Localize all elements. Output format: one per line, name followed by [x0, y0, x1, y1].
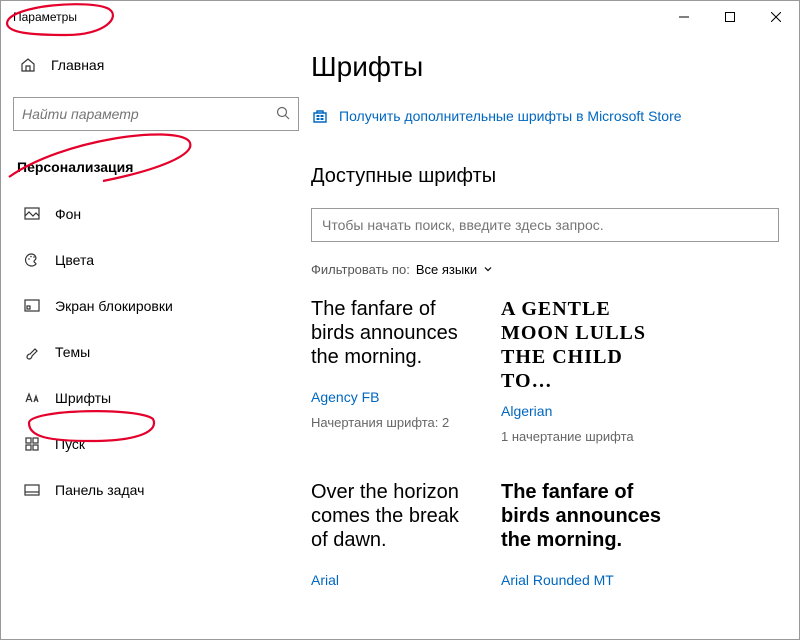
sidebar-item-lockscreen[interactable]: Экран блокировки [13, 283, 299, 329]
font-preview: The fanfare of birds announces the morni… [501, 480, 671, 562]
sidebar-item-label: Темы [55, 344, 90, 360]
start-icon [23, 436, 41, 452]
font-grid: The fanfare of birds announces the morni… [311, 297, 799, 588]
sidebar-home[interactable]: Главная [13, 45, 299, 85]
sidebar-item-background[interactable]: Фон [13, 191, 299, 237]
sidebar-home-label: Главная [51, 57, 104, 73]
font-preview: A gentle moon lulls the child to… [501, 297, 671, 393]
sidebar-section-label: Персонализация [13, 159, 299, 175]
fonts-icon [23, 390, 41, 406]
brush-icon [23, 344, 41, 360]
font-faces-count: 1 начертание шрифта [501, 429, 671, 444]
filter-value: Все языки [416, 262, 477, 277]
available-fonts-title: Доступные шрифты [311, 165, 799, 188]
sidebar-item-label: Фон [55, 206, 81, 222]
store-icon [311, 107, 329, 125]
sidebar-item-colors[interactable]: Цвета [13, 237, 299, 283]
sidebar-item-label: Пуск [55, 436, 85, 452]
sidebar-item-fonts[interactable]: Шрифты [13, 375, 299, 421]
sidebar-search-input[interactable] [22, 106, 276, 122]
font-search[interactable] [311, 208, 779, 242]
store-link[interactable]: Получить дополнительные шрифты в Microso… [311, 107, 799, 125]
sidebar-search[interactable] [13, 97, 299, 131]
store-link-text: Получить дополнительные шрифты в Microso… [339, 108, 682, 124]
palette-icon [23, 252, 41, 268]
sidebar-item-label: Цвета [55, 252, 94, 268]
search-icon [276, 106, 290, 123]
maximize-button[interactable] [707, 1, 753, 33]
page-title: Шрифты [311, 51, 799, 83]
font-faces-count: Начертания шрифта: 2 [311, 415, 481, 430]
home-icon [19, 57, 37, 73]
sidebar-item-taskbar[interactable]: Панель задач [13, 467, 299, 513]
main-panel: Шрифты Получить дополнительные шрифты в … [311, 33, 799, 639]
font-preview: The fanfare of birds announces the morni… [311, 297, 481, 379]
lockscreen-icon [23, 298, 41, 314]
font-preview: Over the horizon comes the break of dawn… [311, 480, 481, 562]
window-titlebar: Параметры [1, 1, 799, 33]
close-button[interactable] [753, 1, 799, 33]
font-search-input[interactable] [322, 217, 768, 233]
window-controls [661, 1, 799, 33]
minimize-button[interactable] [661, 1, 707, 33]
font-name: Arial [311, 572, 481, 588]
font-tile[interactable]: Over the horizon comes the break of dawn… [311, 480, 481, 588]
window-title: Параметры [13, 10, 661, 24]
font-name: Agency FB [311, 389, 481, 405]
filter-row[interactable]: Фильтровать по: Все языки [311, 262, 799, 277]
font-tile[interactable]: A gentle moon lulls the child to… Algeria… [501, 297, 671, 444]
sidebar-item-label: Экран блокировки [55, 298, 173, 314]
chevron-down-icon [483, 262, 493, 277]
sidebar-item-start[interactable]: Пуск [13, 421, 299, 467]
font-name: Algerian [501, 403, 671, 419]
sidebar-item-themes[interactable]: Темы [13, 329, 299, 375]
sidebar-item-label: Панель задач [55, 482, 144, 498]
picture-icon [23, 206, 41, 222]
sidebar-nav: Фон Цвета Экран блокировки Темы [13, 191, 299, 513]
filter-label: Фильтровать по: [311, 262, 410, 277]
font-name: Arial Rounded MT [501, 572, 671, 588]
sidebar-item-label: Шрифты [55, 390, 111, 406]
taskbar-icon [23, 482, 41, 498]
sidebar: Главная Персонализация Фон Ц [1, 33, 311, 639]
font-tile[interactable]: The fanfare of birds announces the morni… [501, 480, 671, 588]
font-tile[interactable]: The fanfare of birds announces the morni… [311, 297, 481, 444]
